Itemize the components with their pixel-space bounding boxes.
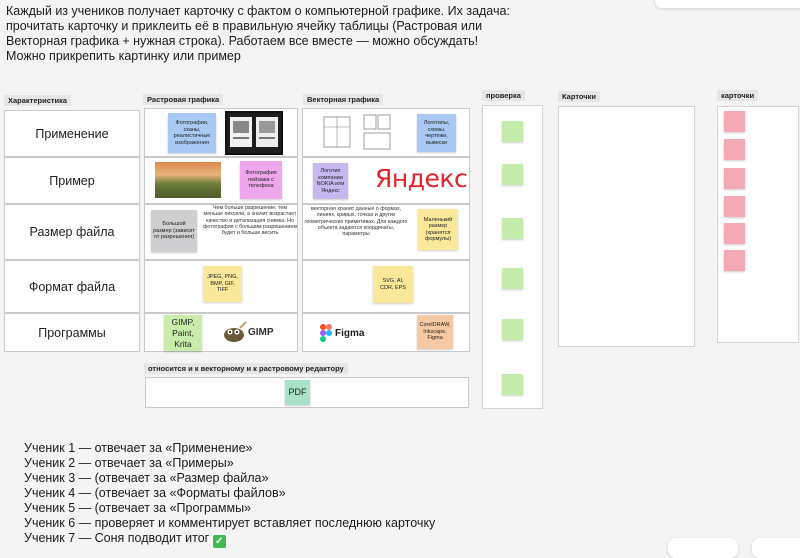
check-card-6[interactable]: [502, 374, 523, 395]
check-panel: [482, 105, 543, 409]
student-6: Ученик 6 — проверяет и комментирует вста…: [24, 516, 436, 530]
both-editors-header: относится и к векторному и к растровому …: [144, 363, 348, 374]
side-card-6[interactable]: [724, 250, 745, 271]
row-label-size: Размер файла: [4, 204, 140, 260]
intro-line-1: Каждый из учеников получает карточку с ф…: [6, 4, 510, 18]
side-card-5[interactable]: [724, 223, 745, 244]
side-cards-header: карточки: [717, 90, 759, 101]
gimp-logo[interactable]: GIMP: [222, 317, 282, 347]
cards-panel: [558, 106, 695, 347]
side-card-4[interactable]: [724, 196, 745, 217]
intro-line-3: Векторная графика + нужная строка). Рабо…: [6, 34, 479, 48]
header-vector: Векторная графика: [303, 94, 384, 105]
white-check-mark-icon: ✓: [212, 535, 226, 548]
header-characteristic: Характеристика: [4, 95, 72, 106]
row-label-example: Пример: [4, 157, 140, 204]
vector-size-note[interactable]: векторная хранит данные о формах, линиях…: [304, 206, 408, 237]
side-card-1[interactable]: [724, 111, 745, 132]
scanned-photos-image[interactable]: [225, 111, 283, 155]
student-3: Ученик 3 — (отвечает за «Размер файла»: [24, 471, 269, 485]
sticky-raster-programs[interactable]: GIMP, Paint, Krita: [164, 315, 202, 351]
photos-illustration-icon: [230, 117, 278, 147]
top-card-fragment: [655, 0, 800, 8]
row-label-format: Формат файла: [4, 260, 140, 313]
landscape-photo[interactable]: [155, 162, 221, 198]
check-card-5[interactable]: [502, 319, 523, 340]
check-card-4[interactable]: [502, 268, 523, 289]
task-description: Каждый из учеников получает карточку с ф…: [6, 4, 546, 64]
blueprint-icon: [323, 114, 391, 150]
figma-logo-text: Figma: [335, 327, 365, 339]
sticky-raster-use[interactable]: Фотографии, сканы, реалистичные изображе…: [168, 113, 216, 153]
yandex-logo[interactable]: Яндекс: [375, 164, 468, 193]
gimp-logo-text: GIMP: [248, 326, 274, 338]
student-2: Ученик 2 — отвечает за «Примеры»: [24, 456, 234, 470]
side-card-3[interactable]: [724, 168, 745, 189]
sticky-raster-size[interactable]: Большой размер (зависит от разрешения): [151, 210, 197, 252]
check-card-1[interactable]: [502, 121, 523, 142]
sticky-vector-format[interactable]: SVG, AI, CDR, EPS: [373, 266, 413, 303]
figma-logo[interactable]: Figma: [320, 318, 373, 348]
schematic-image[interactable]: [320, 111, 402, 153]
row-label-use: Применение: [4, 110, 140, 157]
sticky-pdf[interactable]: PDF: [285, 380, 310, 405]
sticky-vector-programs[interactable]: CorelDRAW, Inkscape, Figma: [417, 315, 453, 349]
sticky-vector-example[interactable]: Логотип компании NOKIA или Яндекс: [313, 163, 348, 199]
cards-panel-header: Карточки: [558, 91, 601, 102]
sticky-raster-example[interactable]: Фотография пейзажа с телефона: [240, 161, 282, 199]
students-list: Ученик 1 — отвечает за «Применение» Учен…: [24, 441, 435, 548]
bottom-card-fragment-1: [668, 538, 738, 558]
student-4: Ученик 4 — (отвечает за «Форматы файлов»: [24, 486, 286, 500]
student-7-row: Ученик 7 — Соня подводит итог ✓: [24, 531, 435, 548]
gimp-mascot-icon: [224, 321, 247, 342]
sticky-vector-use[interactable]: Логотипы, схемы, чертежи, вывески: [417, 114, 456, 152]
side-card-2[interactable]: [724, 139, 745, 160]
raster-size-note[interactable]: Чем больше разрешение, тем меньше пиксел…: [203, 205, 297, 236]
header-raster: Растровая графика: [143, 94, 224, 105]
bottom-card-fragment-2: [752, 538, 800, 558]
figma-icon: [320, 324, 332, 342]
check-card-3[interactable]: [502, 218, 523, 239]
sticky-raster-format[interactable]: JPEG, PNG, BMP, GIF, TIFF: [203, 266, 242, 302]
intro-line-4: Можно прикрепить картинку или пример: [6, 49, 241, 63]
student-7: Ученик 7 — Соня подводит итог: [24, 531, 210, 545]
row-label-programs: Программы: [4, 313, 140, 352]
sticky-vector-size[interactable]: Маленький размер (хранятся формулы): [418, 209, 458, 250]
student-5: Ученик 5 — (отвечает за «Программы»: [24, 501, 252, 515]
check-panel-header: проверка: [482, 90, 525, 101]
student-1: Ученик 1 — отвечает за «Применение»: [24, 441, 253, 455]
intro-line-2: прочитать карточку и приклеить её в прав…: [6, 19, 483, 33]
check-card-2[interactable]: [502, 164, 523, 185]
